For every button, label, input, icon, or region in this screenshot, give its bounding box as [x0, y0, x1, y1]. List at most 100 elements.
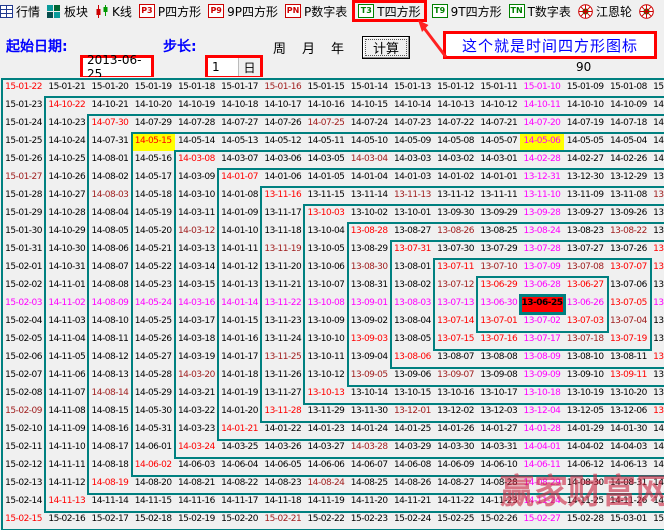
date-cell[interactable]: 14-05-03	[650, 133, 664, 152]
date-cell[interactable]: 14-05-14	[175, 133, 219, 152]
date-cell[interactable]: 14-01-30	[607, 421, 651, 440]
date-cell[interactable]: 15-01-29	[2, 205, 46, 224]
date-cell[interactable]: 13-09-25	[650, 205, 664, 224]
date-cell[interactable]: 14-03-08	[175, 151, 219, 170]
date-cell[interactable]: 15-03-01	[607, 511, 651, 530]
date-cell[interactable]: 14-07-25	[304, 115, 348, 134]
date-cell[interactable]: 14-10-14	[391, 97, 435, 116]
date-cell[interactable]: 14-10-18	[218, 97, 262, 116]
date-cell[interactable]: 13-11-27	[261, 385, 305, 404]
date-cell[interactable]: 14-05-22	[132, 259, 176, 278]
date-cell[interactable]: 15-01-12	[434, 79, 478, 98]
date-cell[interactable]: 15-02-28	[564, 511, 608, 530]
date-cell[interactable]: 13-08-31	[348, 277, 392, 296]
date-cell[interactable]: 14-11-10	[45, 439, 89, 458]
date-cell[interactable]: 14-11-04	[45, 331, 89, 350]
date-cell[interactable]: 14-05-10	[348, 133, 392, 152]
date-cell[interactable]: 13-12-07	[650, 403, 664, 422]
date-cell[interactable]: 14-01-12	[218, 259, 262, 278]
date-cell[interactable]: 13-07-21	[650, 313, 664, 332]
toolbar-item-T四方形[interactable]: T3T四方形	[352, 0, 426, 22]
date-cell[interactable]: 13-08-07	[434, 349, 478, 368]
date-cell[interactable]: 13-11-28	[261, 403, 305, 422]
date-cell[interactable]: 14-09-01	[650, 475, 664, 494]
date-cell[interactable]: 13-09-29	[477, 205, 521, 224]
date-cell[interactable]: 13-07-08	[564, 259, 608, 278]
date-cell[interactable]: 14-11-17	[218, 493, 262, 512]
date-cell[interactable]: 14-02-27	[564, 151, 608, 170]
date-cell[interactable]: 13-12-02	[434, 403, 478, 422]
date-cell[interactable]: 15-02-27	[520, 511, 564, 530]
date-cell[interactable]: 13-09-11	[607, 367, 651, 386]
date-cell[interactable]: 14-01-14	[218, 295, 262, 314]
date-cell[interactable]: 14-11-26	[607, 493, 651, 512]
date-cell[interactable]: 14-08-02	[88, 169, 132, 188]
date-cell[interactable]: 15-01-28	[2, 187, 46, 206]
date-cell[interactable]: 13-07-01	[477, 313, 521, 332]
date-cell[interactable]: 13-07-05	[607, 295, 651, 314]
date-cell[interactable]: 13-07-11	[434, 259, 478, 278]
center-date-cell[interactable]: 13-06-25	[520, 295, 564, 314]
step-value[interactable]: 1	[208, 58, 238, 76]
date-cell[interactable]: 14-01-10	[218, 223, 262, 242]
date-cell[interactable]: 14-05-23	[132, 277, 176, 296]
date-cell[interactable]: 14-03-16	[175, 295, 219, 314]
date-cell[interactable]: 14-07-29	[132, 115, 176, 134]
date-cell[interactable]: 15-02-10	[2, 421, 46, 440]
date-cell[interactable]: 13-11-20	[261, 259, 305, 278]
date-cell[interactable]: 13-09-28	[520, 205, 564, 224]
date-cell[interactable]: 14-10-19	[175, 97, 219, 116]
date-cell[interactable]: 14-03-23	[175, 421, 219, 440]
date-cell[interactable]: 14-08-22	[218, 475, 262, 494]
date-cell[interactable]: 14-05-27	[132, 349, 176, 368]
date-cell[interactable]: 14-01-21	[218, 421, 262, 440]
date-cell[interactable]: 14-10-27	[45, 187, 89, 206]
date-cell[interactable]: 14-08-25	[348, 475, 392, 494]
date-cell[interactable]: 14-10-25	[45, 151, 89, 170]
date-cell[interactable]: 13-07-18	[564, 331, 608, 350]
date-cell[interactable]: 14-08-16	[88, 421, 132, 440]
date-cell[interactable]: 13-07-23	[650, 277, 664, 296]
date-cell[interactable]: 13-11-11	[477, 187, 521, 206]
date-cell[interactable]: 14-08-03	[88, 187, 132, 206]
date-cell[interactable]: 13-10-07	[304, 277, 348, 296]
date-cell[interactable]: 14-08-08	[88, 277, 132, 296]
date-cell[interactable]: 14-10-22	[45, 97, 89, 116]
date-cell[interactable]: 13-06-27	[564, 277, 608, 296]
date-cell[interactable]: 14-05-05	[564, 133, 608, 152]
unit-day-label[interactable]: 日	[238, 58, 260, 76]
date-cell[interactable]: 15-02-09	[2, 403, 46, 422]
date-cell[interactable]: 13-10-01	[391, 205, 435, 224]
date-cell[interactable]: 14-08-12	[88, 349, 132, 368]
date-cell[interactable]: 14-08-05	[88, 223, 132, 242]
date-cell[interactable]: 14-08-19	[88, 475, 132, 494]
date-cell[interactable]: 13-12-29	[607, 169, 651, 188]
date-cell[interactable]: 14-03-14	[175, 259, 219, 278]
date-cell[interactable]: 14-10-13	[434, 97, 478, 116]
date-cell[interactable]: 14-07-24	[348, 115, 392, 134]
date-cell[interactable]: 15-02-16	[45, 511, 89, 530]
unit-week-label[interactable]: 周	[273, 38, 286, 57]
date-cell[interactable]: 13-09-26	[607, 205, 651, 224]
date-cell[interactable]: 14-03-18	[175, 331, 219, 350]
date-cell[interactable]: 15-01-21	[45, 79, 89, 98]
date-cell[interactable]: 14-05-24	[132, 295, 176, 314]
date-cell[interactable]: 13-08-04	[391, 313, 435, 332]
date-cell[interactable]: 14-01-20	[218, 403, 262, 422]
date-cell[interactable]: 14-10-17	[261, 97, 305, 116]
date-cell[interactable]: 14-07-28	[175, 115, 219, 134]
date-cell[interactable]: 13-11-12	[434, 187, 478, 206]
date-cell[interactable]: 14-08-07	[88, 259, 132, 278]
date-cell[interactable]: 15-02-01	[2, 259, 46, 278]
date-cell[interactable]: 13-12-06	[607, 403, 651, 422]
date-cell[interactable]: 13-08-10	[564, 349, 608, 368]
date-cell[interactable]: 14-01-13	[218, 277, 262, 296]
date-cell[interactable]: 14-05-07	[477, 133, 521, 152]
date-cell[interactable]: 14-06-04	[218, 457, 262, 476]
date-cell[interactable]: 15-01-23	[2, 97, 46, 116]
date-cell[interactable]: 14-06-08	[391, 457, 435, 476]
date-cell[interactable]: 14-05-26	[132, 331, 176, 350]
date-cell[interactable]: 13-10-12	[304, 367, 348, 386]
date-cell[interactable]: 14-08-06	[88, 241, 132, 260]
date-cell[interactable]: 13-07-17	[520, 331, 564, 350]
